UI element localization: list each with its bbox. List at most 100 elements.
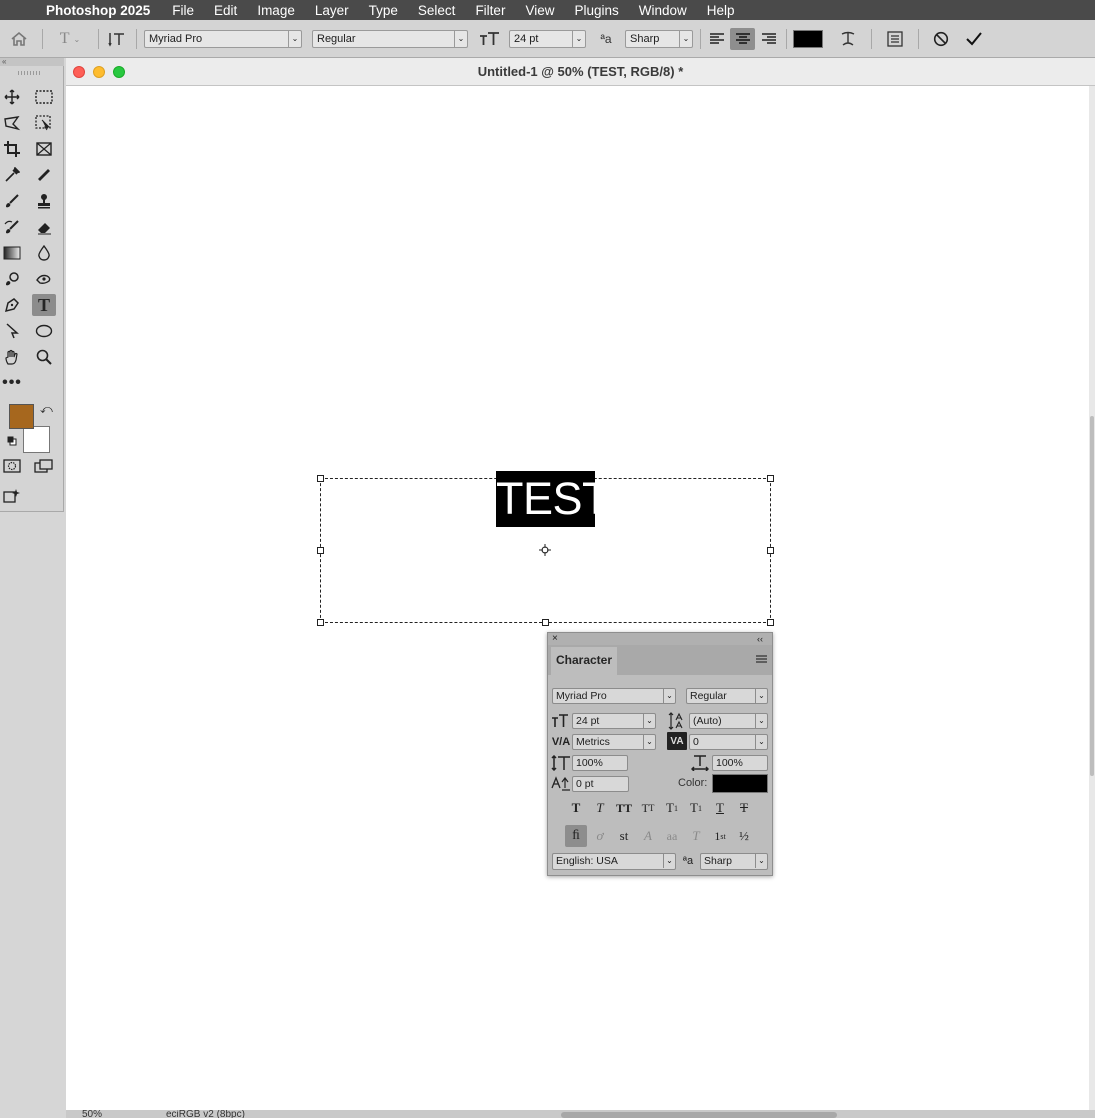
frame-tool-icon[interactable] [32, 138, 56, 160]
discretionary-ligatures-button[interactable]: st [613, 825, 635, 847]
reference-point-icon[interactable] [539, 544, 551, 556]
contextual-alternates-button[interactable]: ơ [589, 825, 611, 847]
cp-font-family-select[interactable]: Myriad Pro ⌄ [552, 688, 676, 704]
panel-collapse-icon[interactable]: ‹‹ [757, 633, 763, 645]
minimize-window-icon[interactable] [93, 66, 105, 78]
menu-file[interactable]: File [162, 3, 204, 18]
default-colors-icon[interactable] [7, 435, 17, 446]
brush-tool-icon[interactable] [0, 190, 24, 212]
history-brush-tool-icon[interactable] [0, 216, 24, 238]
menu-plugins[interactable]: Plugins [564, 3, 628, 18]
font-style-select[interactable]: Regular ⌄ [312, 30, 468, 48]
close-window-icon[interactable] [73, 66, 85, 78]
text-color-swatch[interactable] [793, 30, 823, 48]
zoom-window-icon[interactable] [113, 66, 125, 78]
eyedropper-tool-icon[interactable] [0, 164, 24, 186]
menu-select[interactable]: Select [408, 3, 466, 18]
bbox-handle-bottom-center[interactable] [542, 619, 549, 626]
generative-fill-icon[interactable] [0, 485, 24, 507]
stylistic-alternates-button[interactable]: aa [661, 825, 683, 847]
blur-tool-icon[interactable] [32, 242, 56, 264]
marquee-tool-icon[interactable] [32, 86, 56, 108]
screen-mode-icon[interactable] [32, 455, 56, 477]
panel-close-icon[interactable]: × [552, 633, 558, 645]
background-color-swatch[interactable] [23, 426, 50, 453]
tools-collapse-icon[interactable]: « [0, 58, 64, 66]
standard-ligatures-button[interactable]: ﬁ [565, 825, 587, 847]
menu-edit[interactable]: Edit [204, 3, 247, 18]
ellipse-tool-icon[interactable] [32, 320, 56, 342]
object-selection-tool-icon[interactable] [32, 112, 56, 134]
font-size-select[interactable]: 24 pt ⌄ [509, 30, 586, 48]
vertical-scroll-thumb[interactable] [1090, 416, 1094, 776]
status-profile[interactable]: eciRGB v2 (8bpc) [166, 1110, 245, 1118]
align-center-icon[interactable] [730, 28, 755, 50]
cp-tracking-select[interactable]: 0 ⌄ [689, 734, 768, 750]
faux-italic-button[interactable]: T [589, 797, 611, 819]
strikethrough-button[interactable]: T [733, 797, 755, 819]
pen-tool-icon[interactable] [0, 294, 24, 316]
fractions-button[interactable]: ½ [733, 825, 755, 847]
vertical-scrollbar[interactable] [1089, 86, 1095, 1110]
align-right-icon[interactable] [758, 29, 780, 49]
menu-window[interactable]: Window [629, 3, 697, 18]
align-left-icon[interactable] [706, 29, 728, 49]
cp-kerning-select[interactable]: Metrics ⌄ [572, 734, 656, 750]
cp-horizontal-scale-input[interactable]: 100% [712, 755, 768, 771]
cp-color-swatch[interactable] [712, 774, 768, 793]
path-selection-tool-icon[interactable] [0, 320, 24, 342]
gradient-tool-icon[interactable] [0, 242, 24, 264]
menu-filter[interactable]: Filter [465, 3, 515, 18]
menu-app-name[interactable]: Photoshop 2025 [38, 3, 162, 18]
swash-button[interactable]: A [637, 825, 659, 847]
quick-mask-icon[interactable] [0, 455, 24, 477]
hand-tool-icon[interactable] [0, 346, 24, 368]
small-caps-button[interactable]: TT [637, 797, 659, 819]
menu-type[interactable]: Type [359, 3, 408, 18]
bbox-handle-top-right[interactable] [767, 475, 774, 482]
cp-language-select[interactable]: English: USA ⌄ [552, 853, 676, 870]
titling-alternates-button[interactable]: T [685, 825, 707, 847]
bbox-handle-top-left[interactable] [317, 475, 324, 482]
horizontal-scroll-thumb[interactable] [561, 1112, 837, 1118]
menu-image[interactable]: Image [247, 3, 305, 18]
cancel-icon[interactable] [930, 29, 952, 49]
cp-baseline-shift-input[interactable]: 0 pt [572, 776, 629, 792]
move-tool-icon[interactable] [0, 86, 24, 108]
antialias-select[interactable]: Sharp ⌄ [625, 30, 693, 48]
bbox-handle-middle-right[interactable] [767, 547, 774, 554]
toggle-text-orientation-icon[interactable] [106, 29, 128, 49]
zoom-tool-icon[interactable] [32, 346, 56, 368]
more-tools-icon[interactable]: ••• [0, 372, 24, 394]
home-icon[interactable] [8, 29, 30, 49]
status-zoom[interactable]: 50% [82, 1110, 102, 1118]
type-tool-icon[interactable]: T [32, 294, 56, 316]
bbox-handle-middle-left[interactable] [317, 547, 324, 554]
panels-toggle-icon[interactable] [884, 29, 906, 49]
underline-button[interactable]: T [709, 797, 731, 819]
selected-text-layer[interactable]: TEST [496, 471, 610, 527]
commit-icon[interactable] [963, 29, 985, 49]
eraser-tool-icon[interactable] [32, 216, 56, 238]
foreground-color-swatch[interactable] [9, 404, 34, 429]
menu-layer[interactable]: Layer [305, 3, 359, 18]
cp-vertical-scale-input[interactable]: 100% [572, 755, 628, 771]
document-canvas[interactable]: TEST [66, 86, 1089, 1110]
dodge-tool-icon[interactable] [0, 268, 24, 290]
subscript-button[interactable]: T1 [685, 797, 707, 819]
type-tool-preset-icon[interactable]: T ⌄ [52, 29, 88, 49]
tab-character[interactable]: Character [551, 647, 617, 675]
cp-font-size-select[interactable]: 24 pt ⌄ [572, 713, 656, 729]
healing-brush-tool-icon[interactable] [32, 164, 56, 186]
bbox-handle-bottom-left[interactable] [317, 619, 324, 626]
tools-grip[interactable] [18, 71, 40, 75]
cp-antialias-select[interactable]: Sharp ⌄ [700, 853, 768, 870]
swap-colors-icon[interactable]: ⤺ [40, 402, 54, 416]
cp-leading-select[interactable]: (Auto) ⌄ [689, 713, 768, 729]
panel-menu-icon[interactable] [756, 653, 767, 663]
ordinals-button[interactable]: 1st [709, 825, 731, 847]
all-caps-button[interactable]: TT [613, 797, 635, 819]
lasso-tool-icon[interactable] [0, 112, 24, 134]
faux-bold-button[interactable]: T [565, 797, 587, 819]
bbox-handle-bottom-right[interactable] [767, 619, 774, 626]
